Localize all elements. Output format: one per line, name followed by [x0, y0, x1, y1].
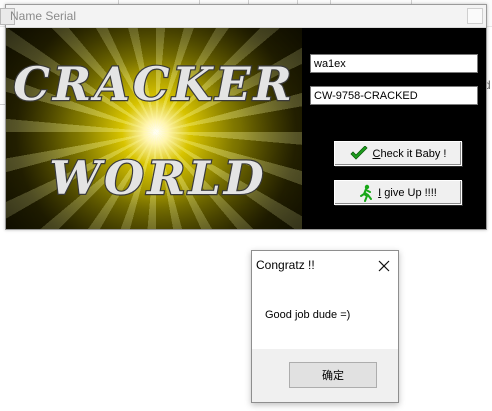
check-button-label: Check it Baby !	[372, 147, 447, 160]
give-up-button-label: I give Up !!!!	[378, 186, 437, 199]
message-title: Congratz !!	[256, 258, 315, 272]
congratz-message-box: Congratz !! Good job dude =) 确定	[251, 250, 399, 403]
ok-button[interactable]: 确定	[289, 362, 377, 388]
close-icon[interactable]	[372, 254, 396, 278]
give-up-button[interactable]: I give Up !!!!	[334, 180, 462, 205]
name-input[interactable]	[310, 54, 478, 73]
logo-text-art: CRACKER WORLD	[12, 56, 294, 206]
running-man-icon	[360, 184, 373, 202]
message-title-bar: Congratz !!	[252, 251, 398, 281]
green-checkmark-icon	[349, 145, 368, 160]
message-body: Good job dude =)	[252, 281, 398, 349]
logo-line-world: WORLD	[49, 151, 266, 205]
logo-line-cracker: CRACKER	[13, 57, 294, 111]
title-close-button[interactable]	[467, 8, 483, 24]
message-text: Good job dude =)	[265, 309, 351, 321]
crackme-window: Name Serial CRACKER WORLD Check it Baby …	[0, 4, 487, 230]
cracker-world-logo: CRACKER WORLD	[6, 28, 302, 229]
serial-input[interactable]	[310, 86, 478, 105]
check-button[interactable]: Check it Baby !	[334, 141, 462, 166]
window-title: Name Serial	[10, 9, 77, 23]
title-bar: Name Serial	[0, 5, 486, 28]
